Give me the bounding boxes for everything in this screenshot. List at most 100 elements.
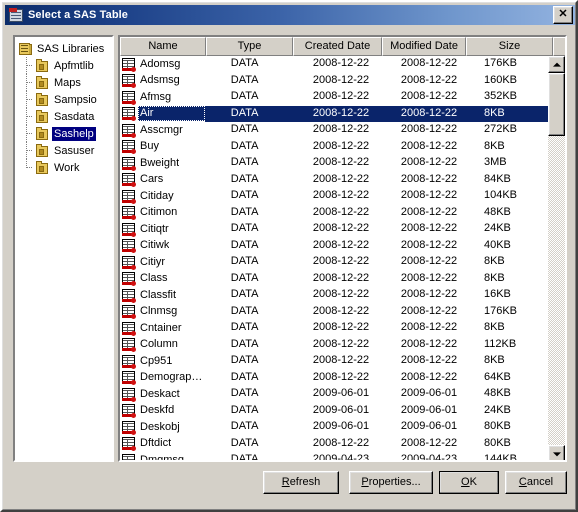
cell-created-date: 2008-12-22	[312, 337, 370, 350]
data-table-icon	[121, 321, 137, 336]
table-row[interactable]: Air DATA 2008-12-22 2008-12-22 8KB	[120, 105, 548, 123]
column-header-size[interactable]: Size	[466, 37, 553, 56]
table-row[interactable]: Afmsg DATA 2008-12-22 2008-12-22 352KB	[120, 89, 548, 106]
table-row[interactable]: Dftdict DATA 2008-12-22 2008-12-22 80KB	[120, 436, 548, 453]
cell-size: 144KB	[483, 453, 517, 462]
column-header-created-date[interactable]: Created Date	[293, 37, 382, 56]
table-row[interactable]: Cars DATA 2008-12-22 2008-12-22 84KB	[120, 172, 548, 189]
table-row[interactable]: Deskact DATA 2009-06-01 2009-06-01 48KB	[120, 386, 548, 403]
table-row[interactable]: Cp951 DATA 2008-12-22 2008-12-22 8KB	[120, 353, 548, 370]
cell-created-date: 2008-12-22	[312, 370, 370, 383]
table-name-label: Air	[138, 106, 205, 122]
cell-size: 40KB	[483, 238, 511, 251]
data-table-icon	[121, 156, 137, 171]
table-row[interactable]: Clnmsg DATA 2008-12-22 2008-12-22 176KB	[120, 304, 548, 321]
data-table-icon	[121, 354, 137, 369]
folder-icon	[35, 143, 50, 158]
table-row[interactable]: Buy DATA 2008-12-22 2008-12-22 8KB	[120, 139, 548, 156]
tree-item-sas-libraries[interactable]: SAS Libraries	[18, 40, 112, 57]
table-row[interactable]: Citiyr DATA 2008-12-22 2008-12-22 8KB	[120, 254, 548, 271]
ok-button[interactable]: OK	[439, 471, 499, 494]
cell-size: 160KB	[483, 73, 517, 86]
cell-size: 176KB	[483, 304, 517, 317]
cell-name: Citiday	[120, 188, 205, 204]
table-name-label: Citiyr	[140, 255, 166, 268]
tree-item-sashelp[interactable]: Sashelp	[18, 125, 112, 142]
scrollbar-thumb[interactable]	[548, 73, 565, 136]
table-row[interactable]: Classfit DATA 2008-12-22 2008-12-22 16KB	[120, 287, 548, 304]
data-table-icon	[121, 73, 137, 89]
tree-item-work[interactable]: Work	[18, 159, 112, 176]
title-bar[interactable]: Select a SAS Table ✕	[5, 5, 575, 25]
table-list-view[interactable]: Name Type Created Date Modified Date Siz…	[118, 35, 567, 462]
tree-item-sasdata[interactable]: Sasdata	[18, 108, 112, 125]
cell-modified-date: 2008-12-22	[400, 156, 458, 169]
cell-modified-date: 2008-12-22	[400, 255, 458, 268]
refresh-button[interactable]: Refresh	[263, 471, 339, 494]
cell-size: 272KB	[483, 123, 517, 136]
scroll-up-button[interactable]	[548, 56, 565, 73]
close-button[interactable]: ✕	[553, 6, 573, 24]
scroll-down-button[interactable]	[548, 445, 565, 460]
table-row[interactable]: Asscmgr DATA 2008-12-22 2008-12-22 272KB	[120, 122, 548, 139]
sas-table-icon	[8, 7, 24, 23]
cell-size: 24KB	[483, 222, 511, 235]
cell-type: DATA	[230, 354, 259, 367]
column-header-modified-date[interactable]: Modified Date	[382, 37, 466, 56]
table-row[interactable]: Citiday DATA 2008-12-22 2008-12-22 104KB	[120, 188, 548, 205]
cell-size: 3MB	[483, 156, 507, 169]
table-row[interactable]: Citiwk DATA 2008-12-22 2008-12-22 40KB	[120, 238, 548, 255]
properties-button[interactable]: Properties...	[349, 471, 433, 494]
tree-item-maps[interactable]: Maps	[18, 74, 112, 91]
table-name-label: Asscmgr	[140, 123, 183, 136]
table-row[interactable]: Class DATA 2008-12-22 2008-12-22 8KB	[120, 271, 548, 288]
tree-item-apfmtlib[interactable]: Apfmtlib	[18, 57, 112, 74]
scrollbar-track[interactable]	[548, 73, 565, 445]
table-name-label: Cp951	[140, 354, 173, 367]
data-table-icon	[121, 337, 137, 353]
cell-modified-date: 2009-04-23	[400, 453, 458, 462]
tree-item-sampsio[interactable]: Sampsio	[18, 91, 112, 108]
table-row[interactable]: Demograp… DATA 2008-12-22 2008-12-22 64KB	[120, 370, 548, 387]
cell-name: Citimon	[120, 205, 205, 221]
table-row[interactable]: Bweight DATA 2008-12-22 2008-12-22 3MB	[120, 155, 548, 172]
data-table-icon	[121, 387, 137, 402]
cell-size: 8KB	[461, 105, 548, 122]
cell-size: 8KB	[483, 255, 505, 268]
cancel-button[interactable]: Cancel	[505, 471, 567, 494]
data-table-icon	[121, 222, 137, 237]
table-name-label: Demograp…	[140, 371, 203, 384]
table-row[interactable]: Column DATA 2008-12-22 2008-12-22 112KB	[120, 337, 548, 354]
cell-modified-date: 2008-12-22	[400, 321, 458, 334]
cell-name: Dmgmsg	[120, 452, 205, 460]
data-table-icon	[121, 90, 137, 105]
data-table-icon	[121, 123, 137, 138]
table-name-label: Dftdict	[140, 437, 172, 450]
table-row[interactable]: Cntainer DATA 2008-12-22 2008-12-22 8KB	[120, 320, 548, 337]
vertical-scrollbar[interactable]	[548, 56, 565, 460]
cell-modified-date: 2008-12-22	[400, 205, 458, 218]
table-row[interactable]: Adomsg DATA 2008-12-22 2008-12-22 176KB	[120, 56, 548, 73]
table-row[interactable]: Deskobj DATA 2009-06-01 2009-06-01 80KB	[120, 419, 548, 436]
table-row[interactable]: Citiqtr DATA 2008-12-22 2008-12-22 24KB	[120, 221, 548, 238]
column-header-name[interactable]: Name	[120, 37, 206, 56]
tree-item-sasuser[interactable]: Sasuser	[18, 142, 112, 159]
cell-type: DATA	[230, 288, 259, 301]
column-header-type[interactable]: Type	[206, 37, 293, 56]
cell-name: Adomsg	[120, 56, 205, 72]
cell-name: Column	[120, 337, 205, 353]
table-name-label: Bweight	[140, 156, 180, 169]
library-tree[interactable]: SAS Libraries Apfmtlib Maps Sampsio Sasdata…	[13, 35, 114, 462]
cell-name: Bweight	[120, 155, 205, 171]
cell-modified-date: 2008-12-22	[400, 73, 458, 86]
data-table-icon	[121, 403, 137, 419]
table-row[interactable]: Adsmsg DATA 2008-12-22 2008-12-22 160KB	[120, 73, 548, 90]
cell-name: Deskact	[120, 386, 205, 402]
table-row[interactable]: Deskfd DATA 2009-06-01 2009-06-01 24KB	[120, 403, 548, 420]
cell-size: 8KB	[483, 321, 505, 334]
table-row[interactable]: Dmgmsg DATA 2009-04-23 2009-04-23 144KB	[120, 452, 548, 462]
table-name-label: Deskfd	[140, 404, 175, 417]
cell-modified-date: 2008-12-22	[400, 354, 458, 367]
cell-type: DATA	[230, 73, 259, 86]
table-row[interactable]: Citimon DATA 2008-12-22 2008-12-22 48KB	[120, 205, 548, 222]
